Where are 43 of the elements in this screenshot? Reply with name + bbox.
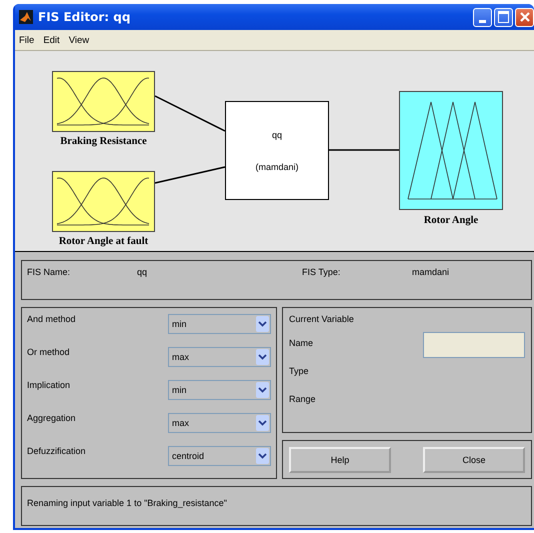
field-label: Type — [289, 366, 309, 376]
menu-item[interactable]: View — [68, 34, 90, 46]
menu-item[interactable]: File — [19, 34, 34, 46]
variable-label: Rotor Angle — [422, 215, 480, 226]
window-title: FIS Editor: qq — [38, 10, 130, 24]
method-label: And method — [27, 314, 76, 324]
system-name: qq — [272, 130, 282, 140]
method-select[interactable]: centroid — [168, 446, 271, 466]
fis-name-label: FIS Name: — [27, 267, 72, 277]
fis-type-value: mamdani — [412, 267, 450, 277]
output-variable-box[interactable] — [399, 91, 503, 210]
status-message: Renaming input variable 1 to "Braking_resistance" — [27, 498, 227, 508]
maximize-button[interactable] — [494, 8, 513, 26]
connector-line — [154, 166, 226, 184]
minimize-button[interactable] — [473, 8, 492, 26]
variable-label: Braking Resistance — [59, 136, 148, 147]
connector-line — [329, 149, 399, 151]
method-label: Or method — [27, 347, 70, 357]
dialog-button[interactable]: Help — [289, 446, 391, 472]
menu-item[interactable]: Edit — [43, 34, 60, 46]
connector-line — [154, 95, 226, 132]
field-label: Name — [289, 338, 314, 348]
dialog-button[interactable]: Close — [423, 446, 525, 472]
method-select[interactable]: max — [168, 347, 271, 367]
method-select[interactable]: min — [168, 314, 271, 334]
method-select[interactable]: min — [168, 380, 271, 400]
field-label: Range — [289, 394, 316, 404]
panel-title: Current Variable — [289, 314, 355, 324]
method-label: Implication — [27, 380, 70, 390]
fis-type-label: FIS Type: — [302, 267, 342, 277]
method-select[interactable]: max — [168, 413, 271, 433]
method-label: Defuzzification — [27, 446, 86, 456]
close-icon — [518, 11, 530, 23]
input-variable-box[interactable] — [52, 171, 155, 232]
fis-name-value: qq — [137, 267, 148, 277]
variable-label: Rotor Angle at fault — [58, 236, 150, 247]
method-label: Aggregation — [27, 413, 76, 423]
name-field[interactable] — [423, 332, 525, 358]
peak-icon — [19, 10, 33, 24]
system-box[interactable]: qq (mamdani) — [225, 101, 329, 200]
input-variable-box[interactable] — [52, 71, 155, 132]
system-type: (mamdani) — [255, 162, 298, 172]
close-button[interactable] — [515, 8, 534, 26]
